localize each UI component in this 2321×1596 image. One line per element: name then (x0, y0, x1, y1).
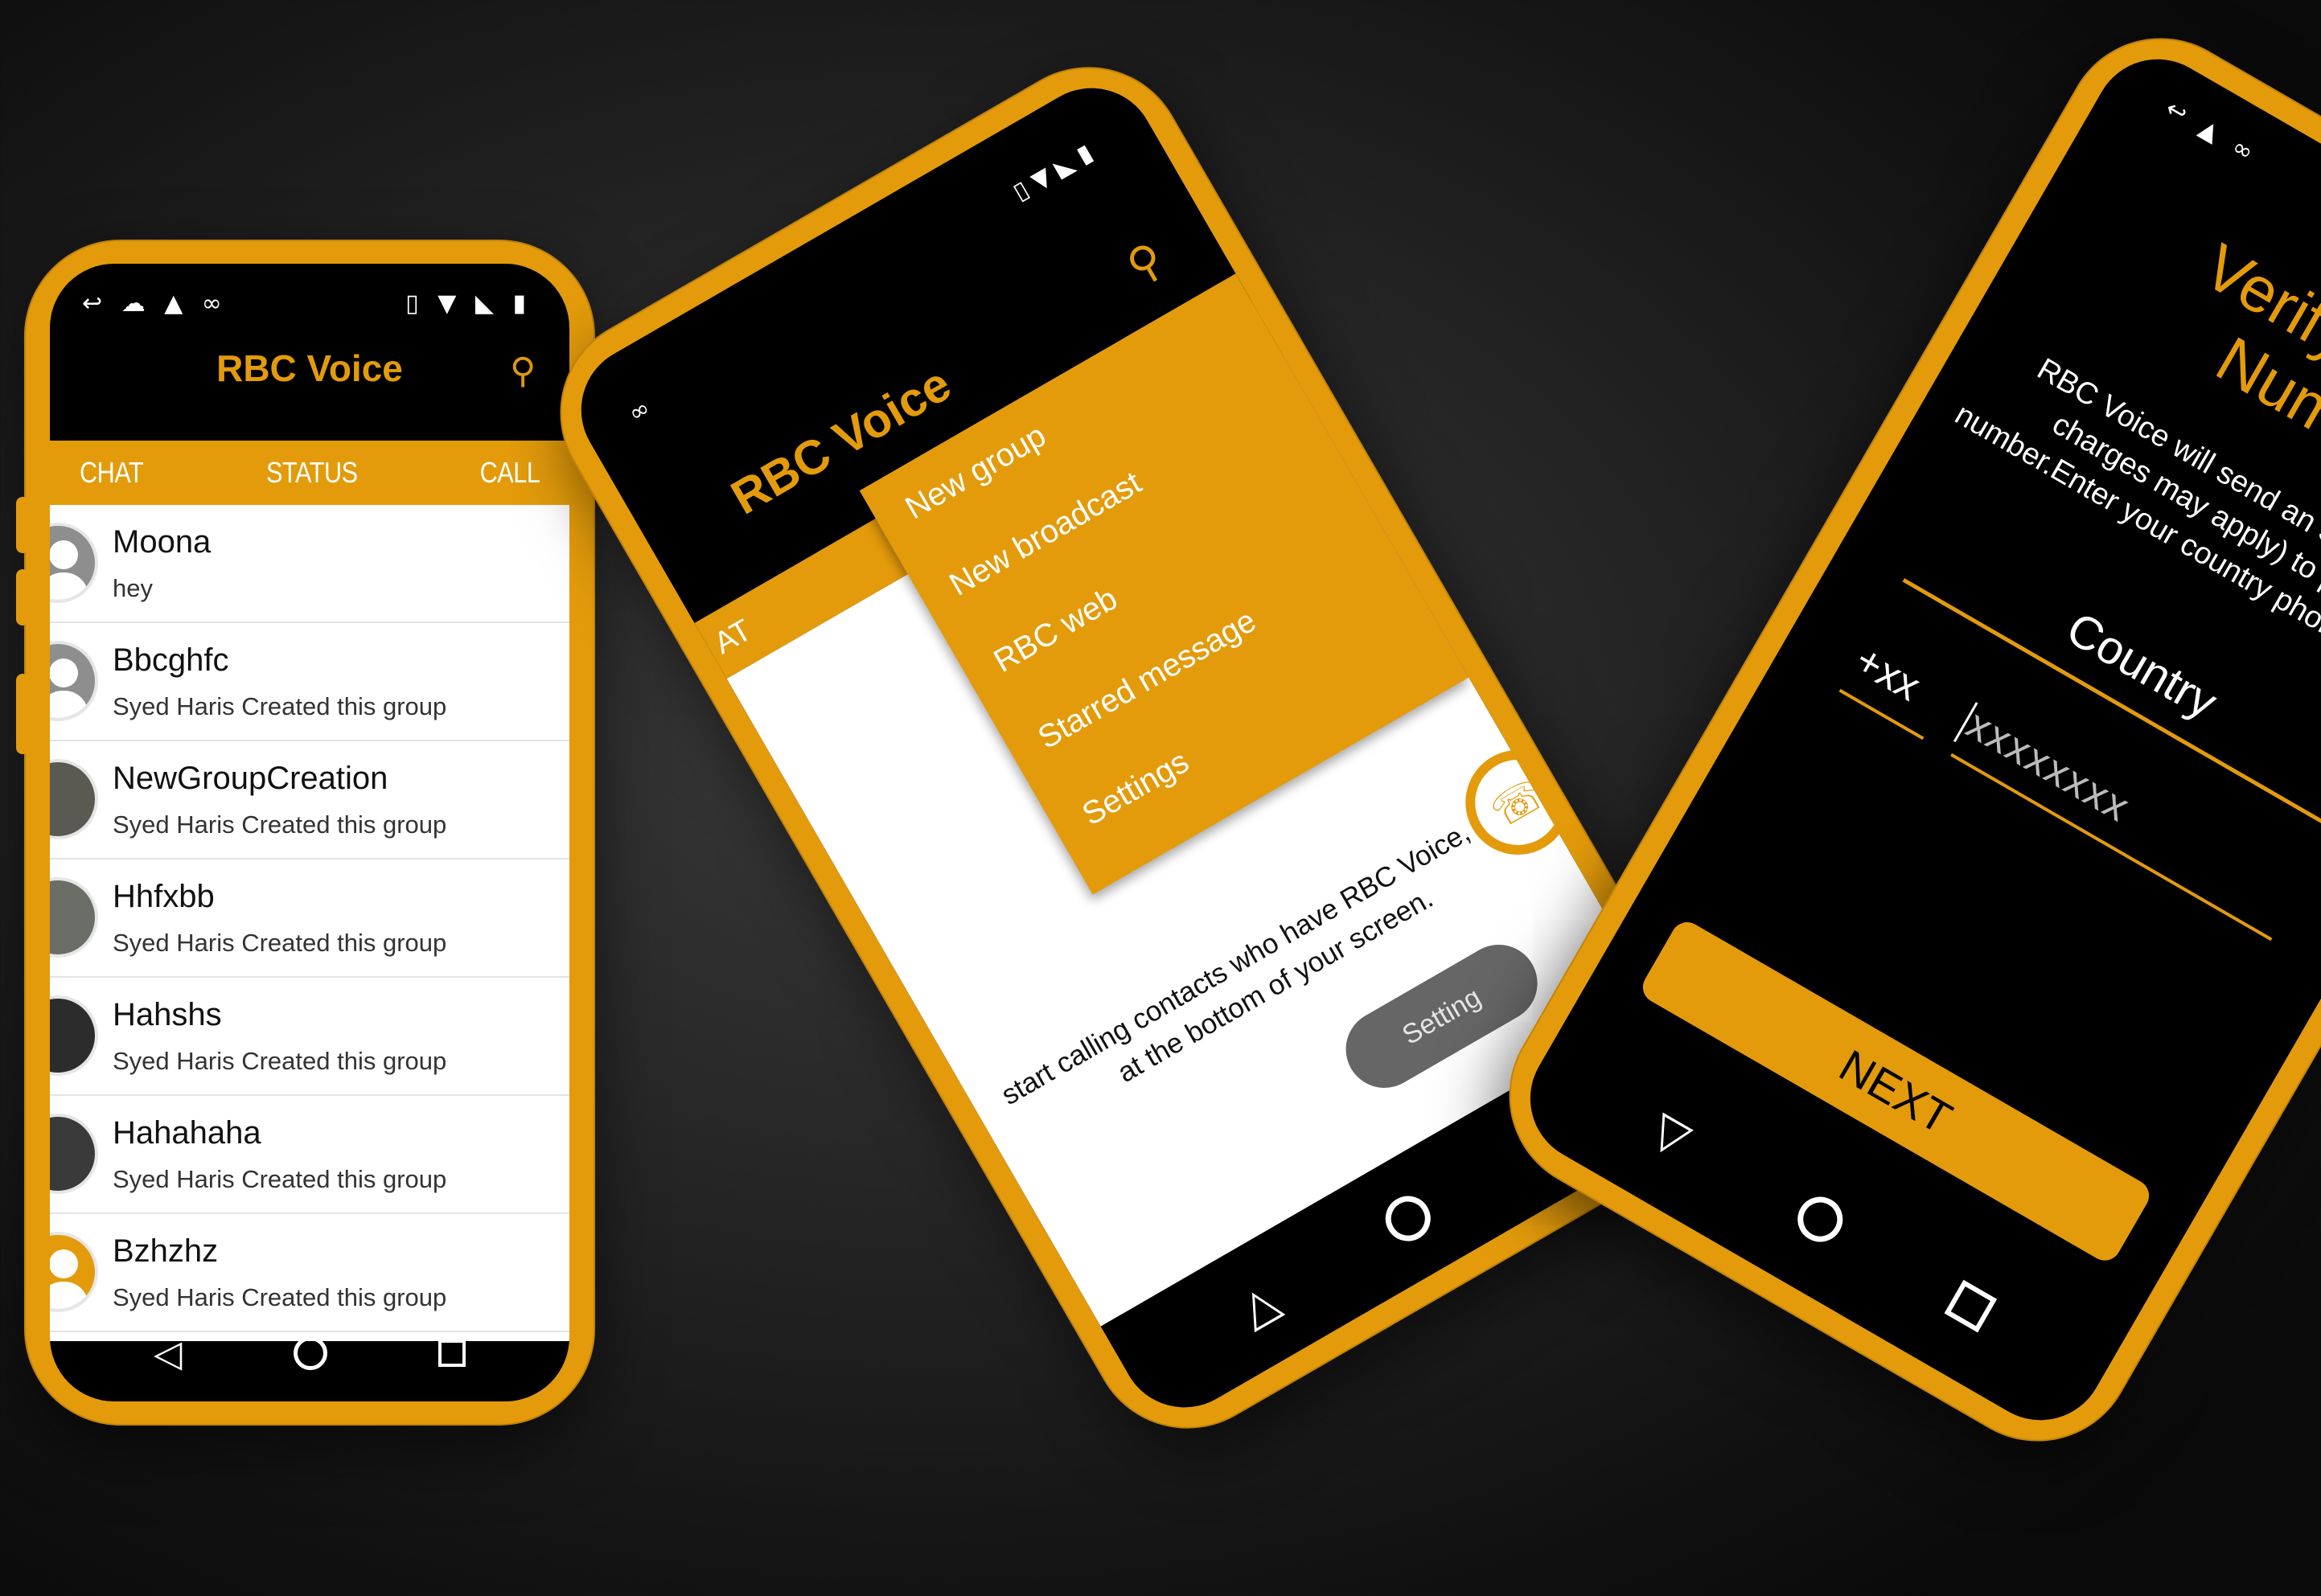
voicemail-icon: ∞ (201, 289, 222, 318)
tab-chat[interactable]: AT (709, 613, 758, 662)
status-bar: ↩ ☁ ▲ ∞ ▯ ▼ ◣ ▮ (50, 264, 569, 320)
chat-row[interactable]: NewGroupCreation Syed Haris Created this… (50, 741, 569, 860)
chat-row[interactable]: Hhfxbb Syed Haris Created this group (50, 860, 569, 978)
phone-calls-menu: ∞ ▯ ▼ ◣ ▮ RBC Voice ⚲ AT S New group New… (524, 31, 1752, 1464)
chat-name: Hahahaha (113, 1115, 261, 1151)
menu-item-settings[interactable]: Settings (1076, 744, 1195, 833)
voicemail-icon: ∞ (623, 393, 655, 429)
nav-bar: ◁ (50, 1329, 569, 1401)
country-code-field[interactable]: +xx (1838, 635, 1955, 741)
recents-icon[interactable] (437, 1340, 466, 1367)
chat-name: Hhfxbb (113, 879, 215, 914)
chat-row[interactable]: Bbcghfc Syed Haris Created this group (50, 623, 569, 741)
warning-icon: ▲ (164, 289, 183, 318)
status-icons-left: ↩ ☁ ▲ ∞ (82, 289, 233, 318)
menu-item-rbc-web[interactable]: RBC web (988, 581, 1124, 679)
back-icon[interactable]: ▽ (1642, 1101, 1701, 1166)
chat-name: Bbcghfc (113, 642, 229, 678)
status-icons-left: ↩ ▲ ∞ (2161, 94, 2269, 172)
home-icon[interactable] (293, 1336, 327, 1370)
chat-row[interactable]: Hahshs Syed Haris Created this group (50, 978, 569, 1096)
recents-icon[interactable] (1944, 1279, 1998, 1333)
phone-chat-list: ↩ ☁ ▲ ∞ ▯ ▼ ◣ ▮ RBC Voice ⚲ CHAT STATUS … (16, 240, 595, 1426)
chat-name: NewGroupCreation (113, 761, 388, 796)
chat-row[interactable]: Hahahaha Syed Haris Created this group (50, 1096, 569, 1214)
chat-preview: Syed Haris Created this group (113, 1283, 447, 1311)
avatar (50, 1114, 98, 1194)
avatar (50, 1232, 98, 1312)
chat-name: Hahshs (113, 997, 222, 1032)
tab-bar: CHAT STATUS CALL (50, 441, 569, 505)
chat-preview: hey (113, 574, 153, 602)
search-icon[interactable]: ⚲ (1118, 232, 1173, 294)
home-icon[interactable] (1789, 1188, 1851, 1250)
wifi-icon: ▼ (437, 289, 457, 318)
chat-preview: Syed Haris Created this group (113, 929, 447, 957)
volume-key (16, 569, 29, 626)
home-icon[interactable] (1377, 1188, 1440, 1249)
back-arrow-icon: ↩ (2160, 93, 2192, 129)
chat-preview: Syed Haris Created this group (113, 1165, 447, 1193)
avatar (50, 877, 98, 958)
back-arrow-icon: ↩ (82, 289, 103, 318)
chat-preview: Syed Haris Created this group (113, 692, 447, 720)
tab-chat[interactable]: CHAT (80, 456, 144, 490)
chat-preview: Syed Haris Created this group (113, 810, 447, 839)
tab-status[interactable]: STATUS (266, 456, 358, 490)
phone-verify-number: ↩ ▲ ∞ Verify You Numb RBC Voice will sen… (1473, 2, 2321, 1477)
battery-icon: ▮ (512, 289, 526, 318)
chat-row[interactable]: Bzhzhz Syed Haris Created this group (50, 1214, 569, 1332)
status-icons-right: ▯ ▼ ◣ ▮ (405, 289, 537, 318)
app-bar: RBC Voice ⚲ (50, 320, 569, 416)
chat-row[interactable]: Moona hey (50, 505, 569, 623)
vibrate-icon: ▯ (405, 289, 419, 318)
tab-call[interactable]: CALL (480, 456, 540, 490)
avatar (50, 995, 98, 1076)
chat-name: Bzhzhz (113, 1233, 219, 1269)
avatar (50, 641, 98, 721)
chat-preview: Syed Haris Created this group (113, 1047, 447, 1075)
cloud-icon: ☁ (121, 289, 146, 318)
status-icons-right: ▯ ▼ ◣ ▮ (1008, 138, 1098, 207)
app-title: RBC Voice (216, 347, 403, 389)
volume-key (16, 497, 29, 553)
back-icon[interactable]: ◁ (154, 1331, 182, 1375)
power-key (16, 674, 29, 754)
chat-name: Moona (113, 524, 212, 560)
chat-list: Moona hey Bbcghfc Syed Haris Created thi… (50, 505, 569, 1401)
warning-icon: ▲ (2194, 113, 2225, 148)
avatar (50, 759, 98, 839)
screen: ↩ ☁ ▲ ∞ ▯ ▼ ◣ ▮ RBC Voice ⚲ CHAT STATUS … (50, 264, 569, 1401)
signal-icon: ◣ (474, 289, 494, 318)
back-icon[interactable]: △ (1230, 1272, 1288, 1337)
avatar (50, 523, 98, 603)
voicemail-icon: ∞ (2227, 132, 2259, 167)
